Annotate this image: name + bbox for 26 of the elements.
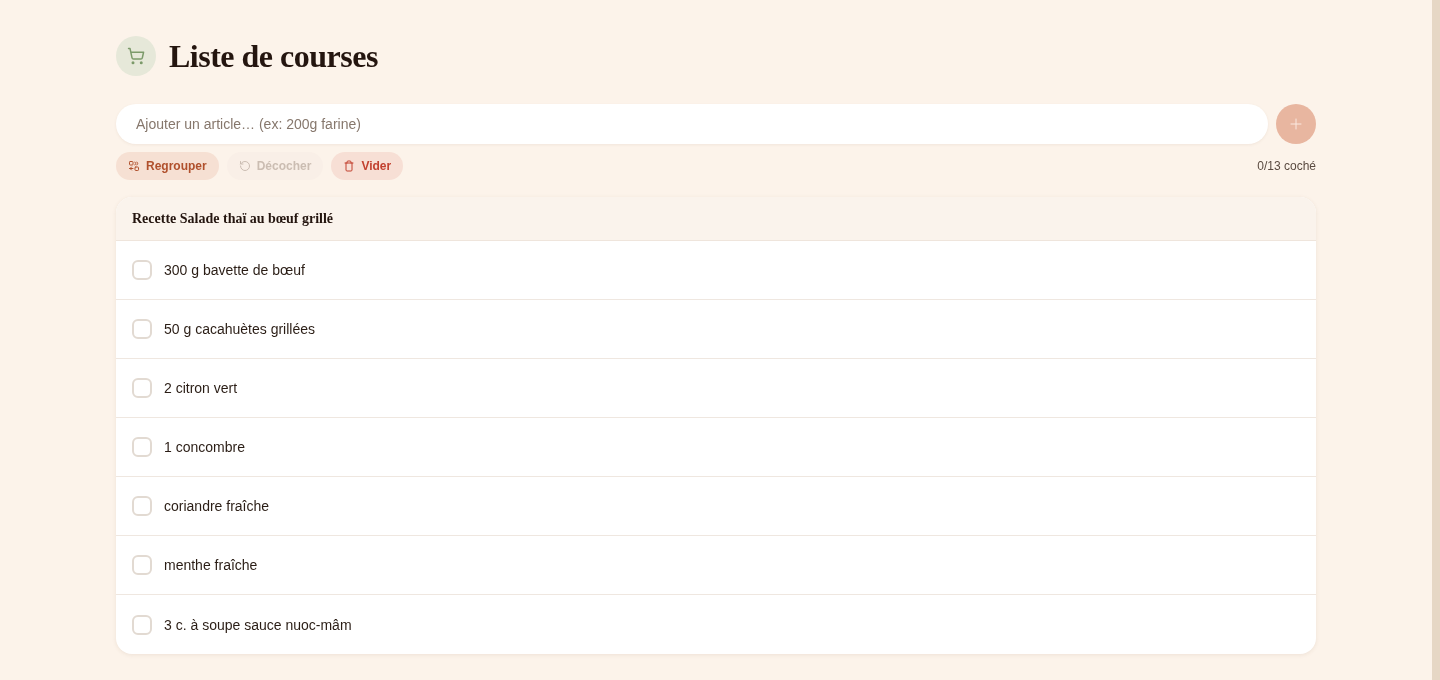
shopping-cart-icon — [116, 36, 156, 76]
checked-count: 0/13 coché — [1257, 158, 1316, 174]
group-title: Recette Salade thaï au bœuf grillé — [132, 209, 334, 228]
checkbox[interactable] — [132, 319, 152, 339]
checkbox[interactable] — [132, 555, 152, 575]
checkbox[interactable] — [132, 496, 152, 516]
clear-button[interactable]: Vider — [331, 152, 404, 180]
scrollbar-track[interactable] — [1432, 0, 1440, 680]
group-icon — [128, 160, 140, 172]
add-item-field[interactable]: Ajouter un article… (ex: 200g farine) — [116, 104, 1268, 144]
checkbox[interactable] — [132, 378, 152, 398]
undo-icon — [238, 160, 251, 172]
item-label: menthe fraîche — [164, 556, 258, 575]
checkbox[interactable] — [132, 614, 152, 635]
group-button[interactable]: Regrouper — [116, 152, 219, 180]
item-label: 3 c. à soupe sauce nuoc-mâm — [164, 615, 352, 635]
item-label: 300 g bavette de bœuf — [164, 261, 305, 280]
page-title: Liste de courses — [169, 37, 378, 76]
item-label: 50 g cacahuètes grillées — [164, 320, 315, 339]
trash-icon — [343, 160, 356, 172]
item-label: 2 citron vert — [164, 379, 238, 398]
checkbox[interactable] — [132, 260, 152, 280]
checkbox[interactable] — [132, 437, 152, 457]
plus-icon — [1290, 118, 1302, 130]
item-label: 1 concombre — [164, 438, 245, 457]
item-label: coriandre fraîche — [164, 497, 270, 516]
